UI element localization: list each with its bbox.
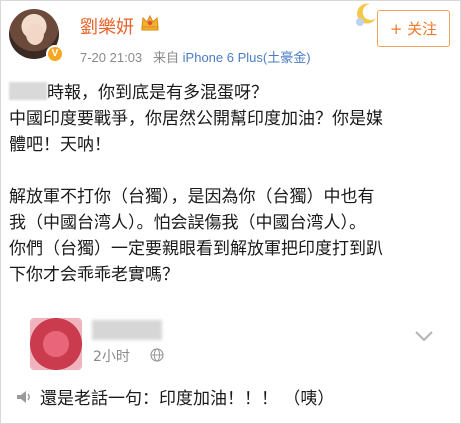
content-line-6: 你們（台獨）一定要親眼看到解放軍把印度打到趴 — [9, 239, 383, 259]
device-link[interactable]: iPhone 6 Plus(土豪金) — [183, 50, 311, 65]
content-line-5: 我（中國台湾人）。怕会誤傷我（中國台湾人）。 — [9, 213, 366, 233]
post-meta: 7-20 21:03 来自 iPhone 6 Plus(土豪金) — [80, 47, 311, 66]
caption-text: 還是老話一句：印度加油！！！ （咦） — [40, 389, 335, 409]
blurred-text — [9, 82, 47, 100]
follow-button[interactable]: + 关注 — [377, 10, 450, 47]
content-line-7: 下你才会乖乖老實嗎？ — [9, 265, 179, 285]
speaker-icon — [17, 390, 30, 403]
chevron-down-icon[interactable] — [414, 330, 434, 342]
globe-icon — [150, 348, 164, 362]
content-line-3: 體吧！天呐！ — [9, 135, 111, 155]
username[interactable]: 劉樂妍 — [80, 13, 134, 39]
caption-note: 還是老話一句：印度加油！！！ （咦） — [14, 384, 334, 409]
moon-decoration-icon — [356, 3, 376, 26]
content-line-2: 中國印度要戰爭，你居然公開幫印度加油？你是媒 — [9, 109, 383, 129]
source-prefix: 来自 — [153, 50, 180, 65]
content-line-1: 時報，你到底是有多混蛋呀？ — [9, 80, 454, 106]
content-line-4: 解放軍不打你（台獨），是因為你（台獨）中也有 — [9, 187, 375, 207]
verified-badge-icon: V — [46, 45, 64, 63]
repost-card[interactable]: 2小时 — [0, 310, 459, 376]
blurred-card-name — [92, 320, 162, 340]
card-time: 2小时 — [93, 349, 130, 365]
post-time[interactable]: 7-20 21:03 — [80, 50, 142, 65]
card-thumbnail[interactable] — [30, 318, 82, 370]
crown-icon — [141, 14, 159, 31]
post-content: 時報，你到底是有多混蛋呀？ 中國印度要戰爭，你居然公開幫印度加油？你是媒 體吧！… — [9, 80, 454, 288]
